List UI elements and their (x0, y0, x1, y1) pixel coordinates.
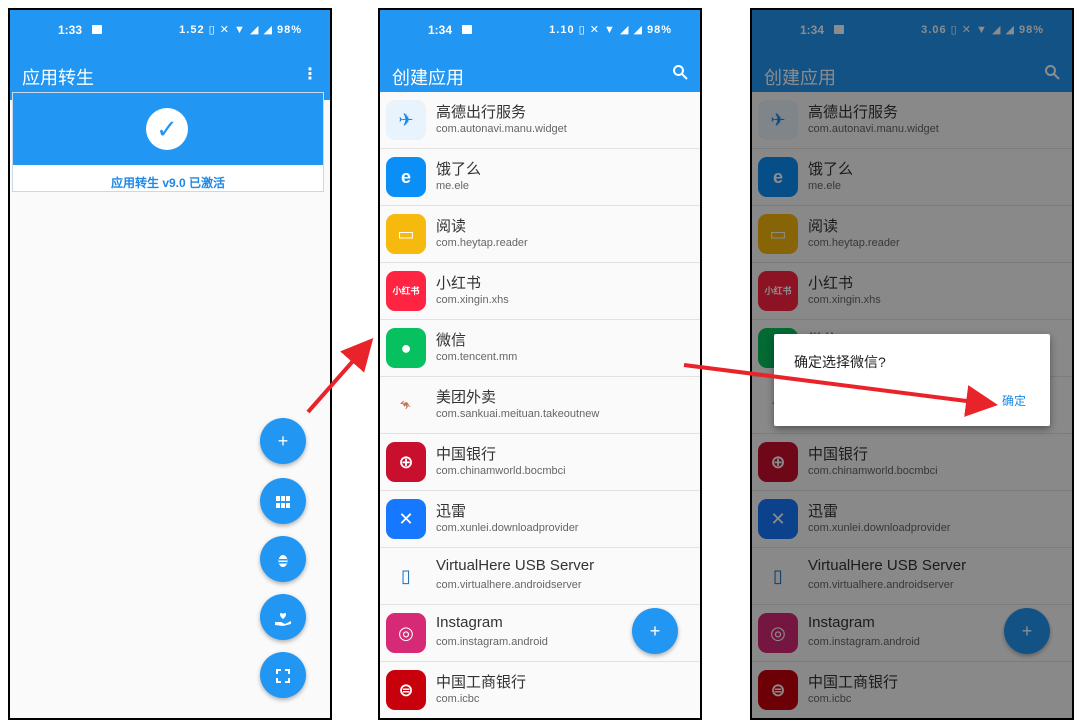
arrow-fab-to-wechat (306, 338, 374, 414)
annotation-arrows (306, 338, 998, 417)
arrow-wechat-to-confirm (683, 363, 998, 417)
